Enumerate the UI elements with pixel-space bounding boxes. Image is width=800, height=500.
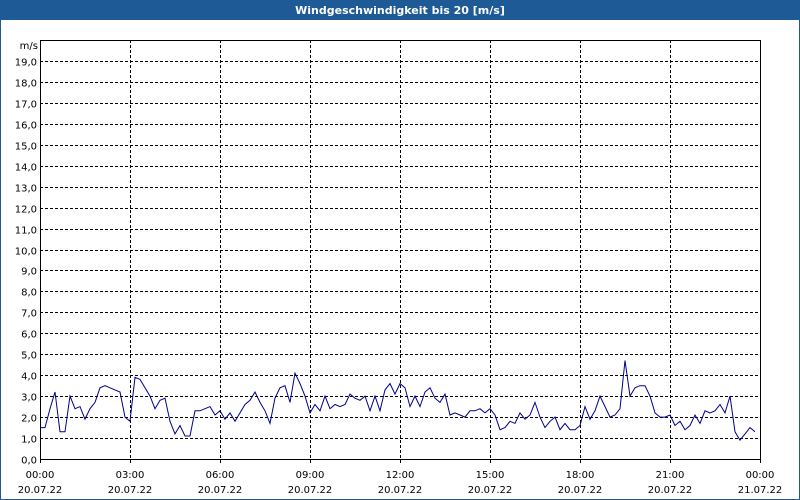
x-tick-date: 20.07.22 [18, 485, 63, 496]
y-tick-label: 7,0 [21, 309, 37, 320]
y-tick-label: 13,0 [15, 184, 37, 195]
wind-speed-chart: 0,0 1,0 2,0 3,0 4,0 5,0 6,0 7,0 8,0 9,0 10,0 11,0 12… [15, 40, 783, 496]
x-tick-time: 03:00 [116, 470, 145, 481]
y-axis-label: m/s [20, 41, 38, 52]
x-tick-time: 09:00 [296, 470, 325, 481]
x-tick-date: 21.07.22 [738, 485, 783, 496]
x-tick-date: 20.07.22 [648, 485, 693, 496]
y-axis-tick-labels: 0,0 1,0 2,0 3,0 4,0 5,0 6,0 7,0 8,0 9,0 10,0 11,0 12… [15, 58, 37, 467]
x-tick-date: 20.07.22 [108, 485, 153, 496]
y-tick-label: 17,0 [15, 100, 37, 111]
y-tick-label: 3,0 [21, 393, 37, 404]
y-tick-label: 15,0 [15, 142, 37, 153]
x-axis-tick-labels: 00:00 20.07.22 03:00 20.07.22 06:00 20.07.22 0… [18, 470, 783, 496]
x-tick-time: 12:00 [386, 470, 415, 481]
y-tick-label: 8,0 [21, 288, 37, 299]
x-tick-time: 21:00 [656, 470, 685, 481]
x-tick-date: 20.07.22 [558, 485, 603, 496]
x-tick-time: 00:00 [26, 470, 55, 481]
x-tick-time: 15:00 [476, 470, 505, 481]
y-tick-label: 10,0 [15, 247, 37, 258]
y-tick-label: 16,0 [15, 121, 37, 132]
y-tick-label: 1,0 [21, 435, 37, 446]
y-tick-label: 11,0 [15, 226, 37, 237]
y-tick-label: 14,0 [15, 163, 37, 174]
y-tick-label: 0,0 [21, 456, 37, 467]
y-tick-label: 9,0 [21, 267, 37, 278]
y-tick-label: 19,0 [15, 58, 37, 69]
y-tick-label: 4,0 [21, 372, 37, 383]
x-tick-time: 18:00 [566, 470, 595, 481]
x-tick-time: 00:00 [746, 470, 775, 481]
y-tick-label: 5,0 [21, 351, 37, 362]
x-tick-date: 20.07.22 [288, 485, 333, 496]
x-tick-date: 20.07.22 [468, 485, 513, 496]
x-tick-date: 20.07.22 [378, 485, 423, 496]
x-tick-date: 20.07.22 [198, 485, 243, 496]
x-tick-time: 06:00 [206, 470, 235, 481]
y-tick-label: 12,0 [15, 205, 37, 216]
y-tick-label: 6,0 [21, 330, 37, 341]
series-line-wind-speed [40, 360, 756, 441]
y-tick-label: 2,0 [21, 414, 37, 425]
y-tick-label: 18,0 [15, 79, 37, 90]
